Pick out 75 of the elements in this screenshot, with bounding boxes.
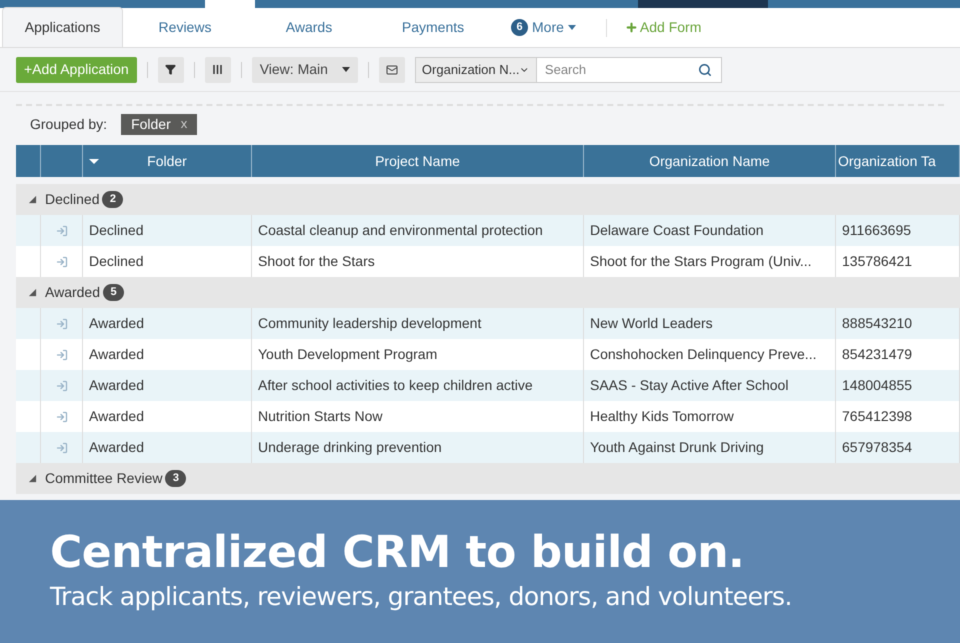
open-record-icon[interactable] [56,380,68,392]
table-cell-text: Awarded [89,345,144,364]
filter-button[interactable] [158,56,184,82]
table-cell-text: Healthy Kids Tomorrow [590,407,734,426]
open-record-icon[interactable] [56,410,68,422]
table-cell-text: Awarded [89,314,144,333]
add-form-link[interactable]: Add Form [624,7,702,47]
filter-icon [165,64,176,75]
columns-button[interactable] [204,56,231,82]
table-cell-text: Declined [89,221,144,240]
banner-subline: Track applicants, reviewers, grantees, donors, and volunteers. [50,580,793,612]
table-cell-text: Shoot for the Stars Program (Univ... [590,252,812,271]
search-icon[interactable] [698,62,712,76]
field-select[interactable]: Organization N... [414,56,536,82]
tab[interactable]: Reviews [123,7,247,47]
table-cell-text: Delaware Coast Foundation [590,221,764,240]
grouped-by-label: Grouped by: [30,114,108,134]
expanded-triangle-icon[interactable] [28,195,37,204]
group-header-row[interactable]: Awarded 5 [16,277,960,308]
expanded-triangle-icon[interactable] [28,474,37,483]
table-cell-text: Youth Development Program [258,345,438,364]
table-cell-text: Nutrition Starts Now [258,407,382,426]
open-record-icon[interactable] [56,442,68,454]
tab[interactable]: Awards [247,7,371,47]
caret-icon [568,24,576,30]
tab[interactable]: Payments [371,7,495,47]
add-application-button[interactable]: +Add Application [16,56,137,82]
table-cell-text: 657978354 [842,438,912,457]
search-field[interactable]: Search [536,56,722,82]
open-record-icon[interactable] [56,318,68,330]
open-record-icon[interactable] [56,348,68,360]
open-record-icon[interactable] [56,224,68,236]
count-badge: 3 [165,470,186,487]
table-cell-text: 135786421 [842,252,912,271]
banner-headline: Centralized CRM to build on. [50,530,746,575]
table-cell-text: Conshohocken Delinquency Preve... [590,345,816,364]
open-record-icon[interactable] [56,256,68,268]
group-name: Committee Review [45,469,162,488]
table-cell-text: 888543210 [842,314,912,333]
table-cell-text: Declined [89,252,144,271]
table-cell-text: Youth Against Drunk Driving [590,438,764,457]
table-cell-text: After school activities to keep children active [258,376,533,395]
group-name: Awarded [45,283,100,302]
group-name: Declined [45,190,100,209]
top-nav-segment[interactable] [0,0,205,8]
table-cell-text: Awarded [89,438,144,457]
count-badge: 5 [103,284,124,301]
table-cell-text: Community leadership development [258,314,482,333]
table-cell-text: Coastal cleanup and environmental protection [258,221,543,240]
group-header-row[interactable]: Declined 2 [16,184,960,215]
envelope-icon [386,64,398,76]
table-cell-text: 854231479 [842,345,912,364]
sort-caret-icon [89,158,99,164]
table-cell-text: Shoot for the Stars [258,252,375,271]
table-cell-text: New World Leaders [590,314,713,333]
tab[interactable]: Applications [2,7,123,47]
caret-icon [342,67,350,72]
columns-icon [213,65,222,74]
plus-icon [624,20,638,34]
table-cell-text: Awarded [89,407,144,426]
group-header-row[interactable]: Committee Review 3 [16,463,960,494]
count-badge: 6 [511,18,528,36]
email-button[interactable] [378,56,405,82]
table-cell-text: SAAS - Stay Active After School [590,376,788,395]
remove-chip-button[interactable]: x [180,114,188,134]
table-cell-text: Underage drinking prevention [258,438,442,457]
view-dropdown[interactable]: View: Main [252,56,358,82]
table-cell-text: 911663695 [842,221,912,240]
table-cell-text: 765412398 [842,407,912,426]
table-cell-text: Awarded [89,376,144,395]
expanded-triangle-icon[interactable] [28,288,37,297]
filter-chip: Folder x [121,114,198,134]
count-badge: 2 [102,191,124,208]
table-cell-text: 148004855 [842,376,912,395]
more-tab[interactable]: 6 More [499,7,588,47]
